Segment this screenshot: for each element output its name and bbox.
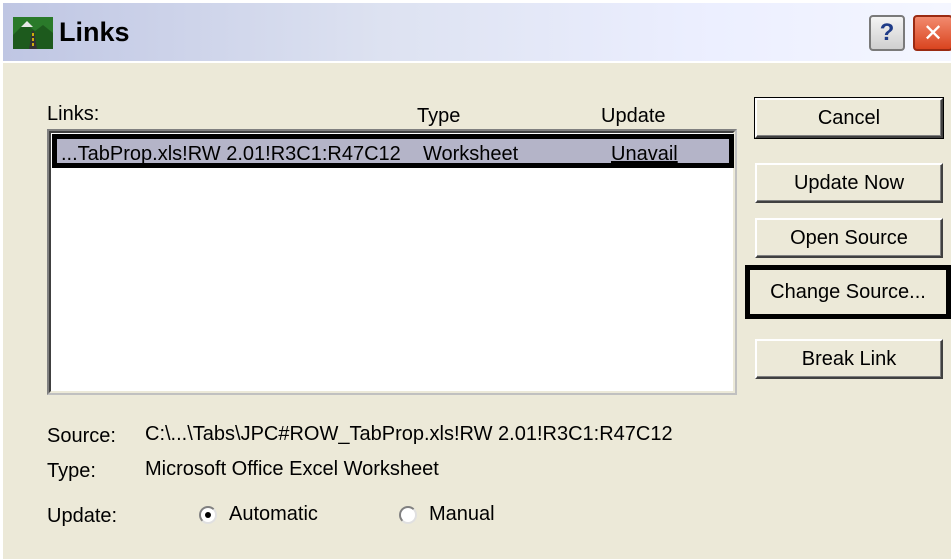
window-title: Links: [59, 17, 130, 47]
break-link-button[interactable]: Break Link: [755, 339, 943, 379]
close-icon: ✕: [922, 19, 944, 47]
close-button[interactable]: ✕: [913, 15, 951, 51]
update-now-button[interactable]: Update Now: [755, 163, 943, 203]
manual-radio-label[interactable]: Manual: [429, 503, 495, 526]
help-icon: ?: [879, 19, 895, 46]
automatic-radio-label[interactable]: Automatic: [229, 503, 318, 526]
type-label: Type:: [47, 460, 96, 482]
type-column-header: Type: [417, 105, 461, 127]
manual-radio[interactable]: [399, 506, 417, 524]
source-label: Source:: [47, 425, 116, 447]
cancel-button[interactable]: Cancel: [754, 97, 944, 139]
automatic-radio[interactable]: [199, 506, 217, 524]
link-update-cell: Unavail: [611, 143, 678, 165]
links-listbox[interactable]: ...TabProp.xls!RW 2.01!R3C1:R47C12 Works…: [47, 129, 737, 395]
source-path: C:\...\Tabs\JPC#ROW_TabProp.xls!RW 2.01!…: [145, 423, 673, 445]
title-bar[interactable]: Links ? ✕: [3, 3, 951, 63]
help-button[interactable]: ?: [869, 15, 905, 51]
road-app-icon: [13, 17, 53, 49]
type-value: Microsoft Office Excel Worksheet: [145, 458, 439, 480]
links-column-header: Links:: [47, 103, 100, 125]
link-name-cell: ...TabProp.xls!RW 2.01!R3C1:R47C12: [61, 143, 401, 165]
list-item[interactable]: ...TabProp.xls!RW 2.01!R3C1:R47C12 Works…: [52, 134, 734, 168]
update-column-header: Update: [601, 105, 666, 127]
links-dialog: Links ? ✕ Links: Type Update ...TabProp.…: [0, 0, 951, 559]
link-type-cell: Worksheet: [423, 143, 519, 165]
radio-selected-dot: [205, 512, 211, 518]
update-label: Update:: [47, 505, 118, 527]
open-source-button[interactable]: Open Source: [755, 218, 943, 258]
change-source-button[interactable]: Change Source...: [745, 265, 951, 319]
